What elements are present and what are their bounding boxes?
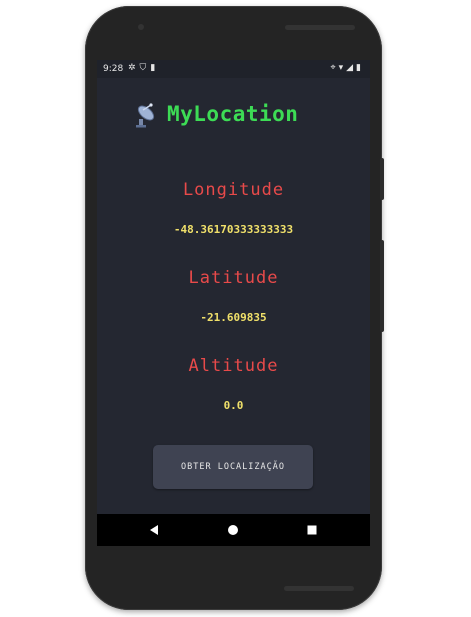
back-icon xyxy=(150,525,158,535)
wifi-icon: ▾ xyxy=(338,63,347,73)
status-bar: 9:28 ✲⛉▮ ⌖▾◢▮ xyxy=(97,60,370,78)
home-icon xyxy=(228,525,238,535)
back-button[interactable] xyxy=(145,522,163,538)
sd-card-icon: ▮ xyxy=(150,63,160,73)
home-button[interactable] xyxy=(224,522,242,538)
settings-icon: ✲ xyxy=(128,63,140,73)
power-button xyxy=(380,158,384,200)
recents-button[interactable] xyxy=(303,522,321,538)
latitude-label: Latitude xyxy=(188,268,279,288)
location-icon: ⌖ xyxy=(330,63,339,73)
satellite-dish-icon xyxy=(136,103,155,128)
longitude-label: Longitude xyxy=(182,180,285,200)
navigation-bar xyxy=(97,514,370,546)
earpiece xyxy=(285,25,355,30)
app-title: MyLocation xyxy=(167,102,299,126)
recents-icon xyxy=(307,525,317,535)
altitude-value: 0.0 xyxy=(223,399,244,412)
latitude-value: -21.609835 xyxy=(200,311,267,324)
front-camera xyxy=(138,24,144,30)
app-screen: 9:28 ✲⛉▮ ⌖▾◢▮ MyLocation Longitude -48.3… xyxy=(97,60,370,546)
app-header: MyLocation xyxy=(97,100,370,130)
status-time: 9:28 xyxy=(103,64,124,74)
battery-icon: ▮ xyxy=(356,63,364,73)
longitude-value: -48.36170333333333 xyxy=(173,223,294,236)
signal-icon: ◢ xyxy=(346,63,357,73)
get-location-button[interactable]: OBTER LOCALIZAÇÃO xyxy=(153,445,313,489)
altitude-label: Altitude xyxy=(188,356,279,376)
bottom-speaker xyxy=(284,586,354,591)
shield-icon: ⛉ xyxy=(139,63,151,73)
volume-button xyxy=(380,240,384,332)
